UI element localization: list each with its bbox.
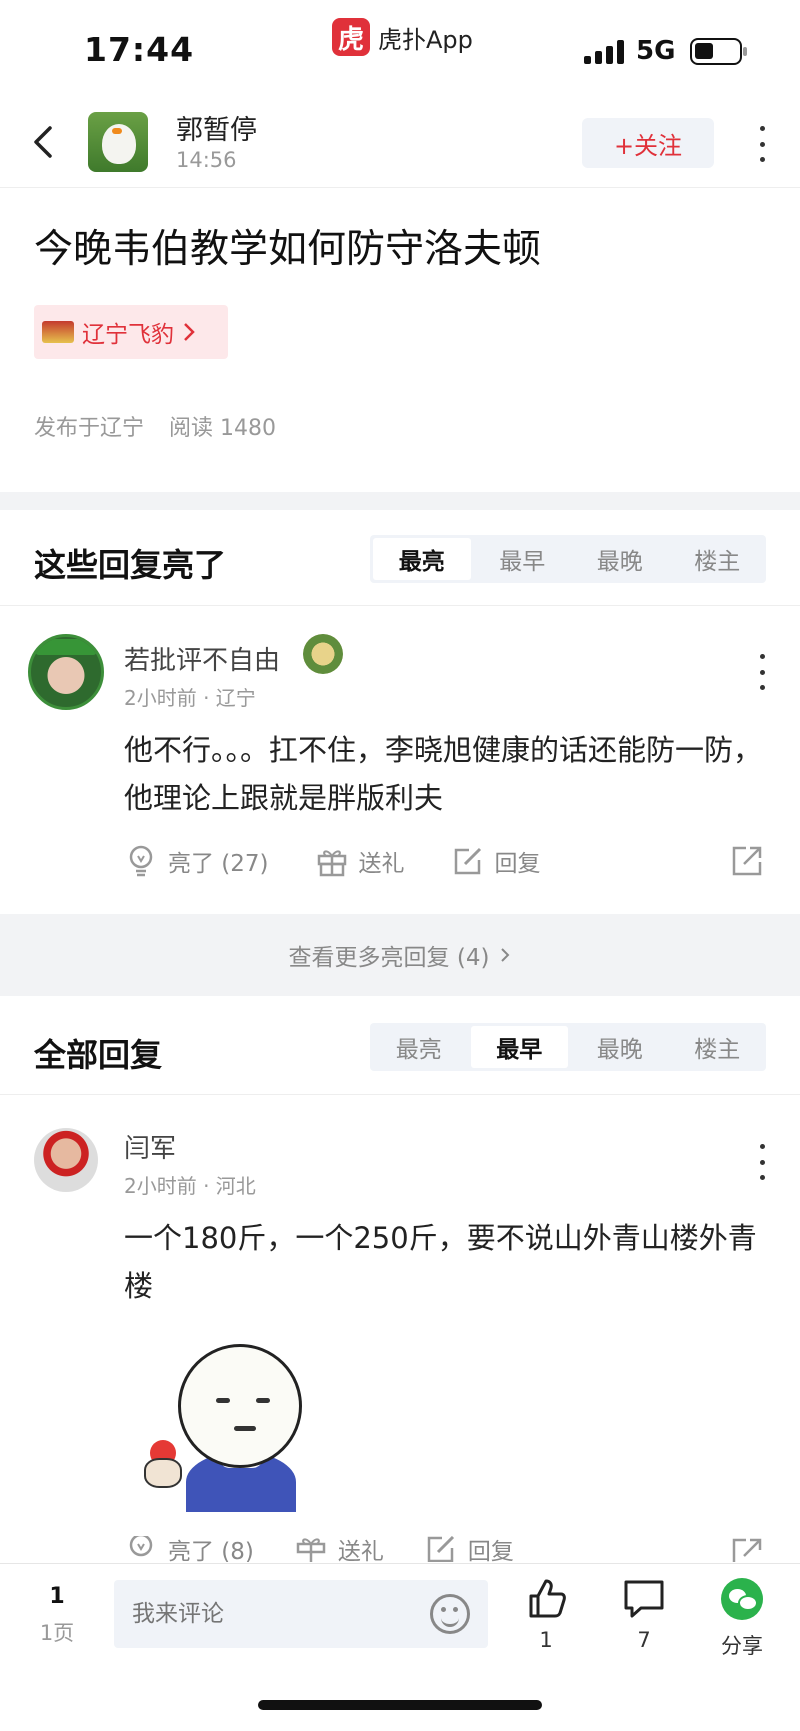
- comment-bubble-icon: [624, 1580, 664, 1618]
- comment-meta: 2小时前 · 辽宁: [124, 686, 256, 710]
- comments-button[interactable]: 7: [604, 1576, 684, 1652]
- gift-label: 送礼: [337, 1539, 384, 1562]
- user-badge-icon: [303, 634, 343, 674]
- divider: [0, 605, 800, 606]
- more-vertical-icon[interactable]: [758, 1144, 766, 1180]
- comment-body: 一个180斤，一个250斤，要不说山外青山楼外青楼: [124, 1221, 757, 1303]
- app-indicator: 虎 虎扑App: [332, 18, 473, 56]
- post-meta: 发布于辽宁 阅读 1480: [34, 410, 294, 442]
- tab-op[interactable]: 楼主: [669, 1023, 767, 1071]
- tab-brightest[interactable]: 最亮: [373, 538, 471, 580]
- page-indicator[interactable]: 1 1页: [36, 1584, 78, 1647]
- more-replies-label: 查看更多亮回复 (4): [288, 945, 490, 971]
- page-label: 1页: [39, 1621, 75, 1645]
- post-title: 今晚韦伯教学如何防守洛夫顿: [34, 227, 542, 272]
- home-indicator[interactable]: [258, 1700, 542, 1710]
- like-post-button[interactable]: 1: [506, 1576, 586, 1652]
- chevron-right-icon: [184, 323, 195, 341]
- tab-earliest[interactable]: 最早: [470, 1026, 568, 1068]
- lightbulb-icon: [129, 845, 153, 877]
- network-type: 5G: [636, 36, 676, 66]
- share-external-icon[interactable]: [730, 1536, 764, 1562]
- all-replies-title: 全部回复: [34, 1036, 163, 1074]
- avatar[interactable]: [28, 634, 104, 710]
- gift-button[interactable]: 送礼: [294, 1536, 384, 1562]
- like-button[interactable]: 亮了 (27): [124, 844, 269, 878]
- post-header: 郭暂停 14:56 +关注: [0, 96, 800, 188]
- meme-sticker-image[interactable]: [130, 1340, 310, 1512]
- like-count: 1: [539, 1628, 553, 1652]
- reply-button[interactable]: 回复: [424, 1536, 514, 1562]
- emoji-icon[interactable]: [430, 1594, 470, 1634]
- gift-icon: [317, 850, 346, 877]
- post-time: 14:56: [176, 148, 237, 172]
- share-external-icon[interactable]: [730, 844, 764, 878]
- highlight-section-title: 这些回复亮了: [34, 546, 227, 584]
- lightbulb-icon: [129, 1536, 153, 1557]
- edit-reply-icon: [427, 1536, 454, 1562]
- more-vertical-icon[interactable]: [758, 126, 766, 162]
- wechat-icon: [721, 1578, 763, 1620]
- tab-op[interactable]: 楼主: [669, 535, 767, 583]
- reply-button[interactable]: 回复: [451, 844, 541, 878]
- team-tag-label: 辽宁飞豹: [82, 322, 174, 348]
- comment-meta: 2小时前 · 河北: [124, 1174, 256, 1198]
- edit-reply-icon: [454, 847, 481, 875]
- app-logo-icon: 虎: [332, 18, 370, 56]
- highlight-sort-tabs: 最亮 最早 最晚 楼主: [370, 535, 766, 583]
- avatar[interactable]: [34, 1128, 98, 1192]
- chevron-right-icon: [501, 948, 510, 962]
- divider: [0, 1094, 800, 1095]
- gift-icon: [296, 1538, 326, 1562]
- all-sort-tabs: 最亮 最早 最晚 楼主: [370, 1023, 766, 1071]
- page-number: 1: [49, 1584, 65, 1609]
- tab-earliest[interactable]: 最早: [474, 535, 572, 583]
- status-time: 17:44: [84, 30, 195, 69]
- back-arrow-icon[interactable]: [26, 122, 62, 162]
- reply-label: 回复: [494, 851, 541, 877]
- app-name: 虎扑App: [378, 25, 473, 54]
- thumbs-up-icon: [529, 1579, 566, 1618]
- more-highlight-replies-link[interactable]: 查看更多亮回复 (4): [0, 914, 800, 996]
- post-location: 发布于辽宁: [34, 416, 145, 441]
- share-button[interactable]: 分享: [702, 1576, 782, 1660]
- battery-icon: [690, 38, 747, 65]
- comment-actions: 亮了 (8) 送礼 回复: [124, 1536, 514, 1562]
- tab-brightest[interactable]: 最亮: [370, 1023, 468, 1071]
- like-button[interactable]: 亮了 (8): [124, 1536, 254, 1562]
- author-avatar[interactable]: [88, 112, 148, 172]
- team-tag[interactable]: 辽宁飞豹: [34, 305, 228, 359]
- post-reads: 阅读 1480: [169, 416, 276, 441]
- gift-button[interactable]: 送礼: [315, 844, 405, 878]
- reply-label: 回复: [467, 1539, 514, 1562]
- gift-label: 送礼: [358, 851, 405, 877]
- like-label: 亮了 (27): [168, 851, 269, 877]
- follow-button[interactable]: +关注: [582, 118, 714, 168]
- section-separator: [0, 492, 800, 510]
- comment-actions: 亮了 (27) 送礼 回复: [124, 844, 541, 878]
- more-vertical-icon[interactable]: [758, 654, 766, 690]
- comment-username[interactable]: 闫军: [124, 1128, 176, 1165]
- status-bar: 17:44 虎 虎扑App 5G: [0, 0, 800, 96]
- comment-username[interactable]: 若批评不自由: [124, 640, 280, 677]
- tab-latest[interactable]: 最晚: [571, 535, 669, 583]
- like-label: 亮了 (8): [168, 1539, 254, 1562]
- tab-latest[interactable]: 最晚: [571, 1023, 669, 1071]
- author-name[interactable]: 郭暂停: [176, 108, 257, 147]
- signal-icon: [584, 40, 624, 64]
- share-label: 分享: [721, 1634, 763, 1658]
- team-logo-icon: [42, 321, 74, 343]
- comment-body: 他不行。。。扛不住，李晓旭健康的话还能防一防，他理论上跟就是胖版利夫: [124, 733, 763, 815]
- comment-count: 7: [637, 1628, 651, 1652]
